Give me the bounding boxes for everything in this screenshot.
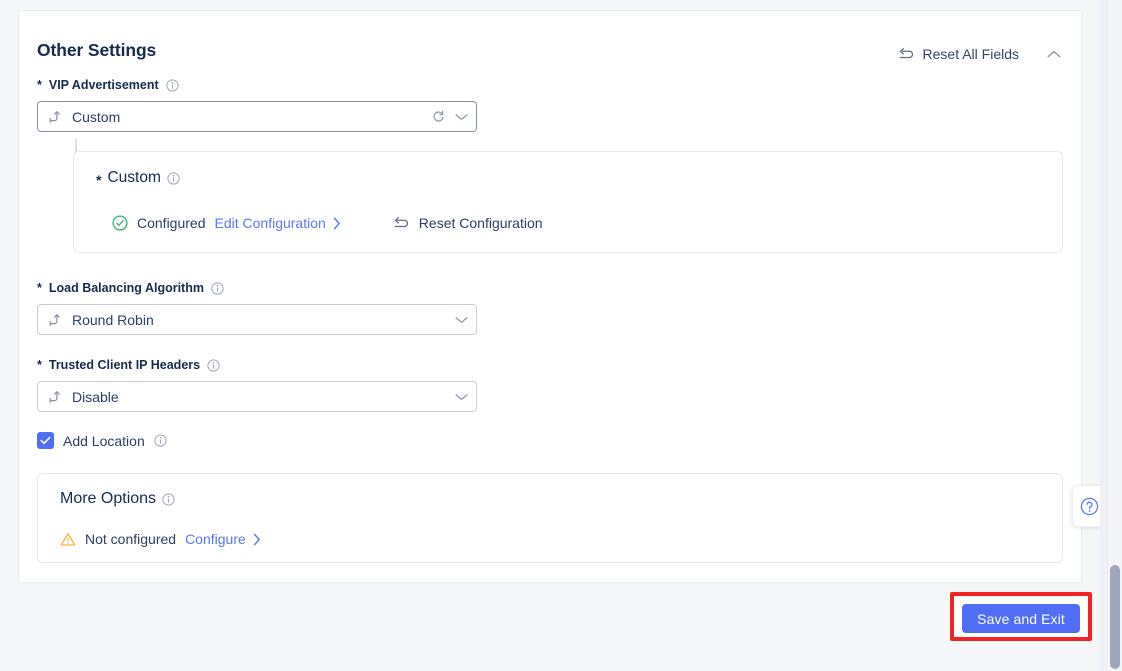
vip-advertisement-controls <box>426 110 468 123</box>
custom-panel-status-row: Configured Edit Configuration Reset Conf… <box>112 215 543 231</box>
custom-config-panel: * Custom Configured Edit Configuration R… <box>73 151 1063 253</box>
more-options-panel: More Options Not configured Configure <box>37 473 1063 563</box>
more-options-title: More Options <box>60 490 175 508</box>
add-location-row: Add Location <box>37 432 167 449</box>
reset-arrow-icon <box>898 47 915 62</box>
card-header: Other Settings Reset All Fields <box>19 11 1081 75</box>
info-icon[interactable] <box>154 434 167 447</box>
chevron-down-icon[interactable] <box>455 113 468 121</box>
trusted-client-ip-controls <box>449 393 468 401</box>
vip-advertisement-label: * VIP Advertisement <box>37 78 477 92</box>
vip-advertisement-label-text: VIP Advertisement <box>48 78 159 92</box>
more-options-title-text: More Options <box>60 490 157 507</box>
save-and-exit-highlight: Save and Exit <box>950 592 1092 641</box>
scrollbar-thumb[interactable] <box>1110 565 1120 669</box>
edit-configuration-label: Edit Configuration <box>214 215 326 231</box>
load-balancing-controls <box>449 316 468 324</box>
load-balancing-label: * Load Balancing Algorithm <box>37 281 477 295</box>
chevron-up-icon <box>1047 50 1061 59</box>
question-circle-icon <box>1080 497 1099 516</box>
edit-configuration-link[interactable]: Edit Configuration <box>215 215 341 231</box>
scrollbar-gutter <box>1100 0 1107 671</box>
required-marker: * <box>37 281 42 295</box>
page-title: Other Settings <box>37 40 157 60</box>
other-settings-card: Other Settings Reset All Fields * VIP Ad… <box>18 10 1082 583</box>
load-balancing-select[interactable]: Round Robin <box>37 304 477 335</box>
chevron-right-icon <box>333 217 341 230</box>
settings-page: Other Settings Reset All Fields * VIP Ad… <box>0 0 1122 671</box>
route-arrow-icon <box>48 109 63 124</box>
vip-advertisement-value: Custom <box>72 108 121 125</box>
reset-arrow-icon <box>393 216 410 231</box>
chevron-down-icon[interactable] <box>455 393 468 401</box>
reset-all-fields-button[interactable]: Reset All Fields <box>892 44 1025 64</box>
more-options-status-text: Not configured <box>85 531 177 547</box>
scrollbar-track[interactable] <box>1107 0 1122 671</box>
route-arrow-icon <box>48 389 63 404</box>
info-icon[interactable] <box>207 358 220 372</box>
custom-panel-title: * Custom <box>96 169 180 188</box>
route-arrow-icon <box>48 312 63 327</box>
required-marker: * <box>96 172 102 188</box>
chevron-down-icon[interactable] <box>455 316 468 324</box>
add-location-label: Add Location <box>63 432 145 449</box>
trusted-client-ip-label-text: Trusted Client IP Headers <box>48 358 201 372</box>
trusted-client-ip-label: * Trusted Client IP Headers <box>37 358 477 372</box>
load-balancing-label-text: Load Balancing Algorithm <box>48 281 204 295</box>
chevron-right-icon <box>253 533 261 546</box>
reset-all-fields-label: Reset All Fields <box>922 46 1019 62</box>
load-balancing-value: Round Robin <box>72 311 154 328</box>
check-circle-icon <box>112 215 128 231</box>
configure-label: Configure <box>185 531 246 547</box>
reset-configuration-label: Reset Configuration <box>418 215 543 231</box>
custom-panel-title-text: Custom <box>107 169 161 186</box>
reset-configuration-button[interactable]: Reset Configuration <box>393 215 543 231</box>
info-icon[interactable] <box>162 492 175 506</box>
add-location-checkbox[interactable] <box>37 432 54 449</box>
configure-link[interactable]: Configure <box>185 531 261 547</box>
save-and-exit-button[interactable]: Save and Exit <box>962 604 1080 633</box>
field-vip-advertisement: * VIP Advertisement Custom <box>37 78 477 132</box>
field-trusted-client-ip-headers: * Trusted Client IP Headers Disable <box>37 358 477 412</box>
info-icon[interactable] <box>211 281 224 295</box>
custom-panel-status-text: Configured <box>137 215 206 231</box>
collapse-section-button[interactable] <box>1039 41 1069 67</box>
required-marker: * <box>37 358 42 372</box>
trusted-client-ip-value: Disable <box>72 388 119 405</box>
checkmark-icon <box>40 436 51 445</box>
more-options-status-row: Not configured Configure <box>60 531 261 547</box>
trusted-client-ip-select[interactable]: Disable <box>37 381 477 412</box>
refresh-icon[interactable] <box>432 110 445 123</box>
vip-advertisement-select[interactable]: Custom <box>37 101 477 132</box>
required-marker: * <box>37 78 42 92</box>
info-icon[interactable] <box>167 171 180 185</box>
header-actions: Reset All Fields <box>892 41 1069 67</box>
field-load-balancing-algorithm: * Load Balancing Algorithm Round Robin <box>37 281 477 335</box>
info-icon[interactable] <box>166 78 179 92</box>
warning-triangle-icon <box>60 532 76 547</box>
